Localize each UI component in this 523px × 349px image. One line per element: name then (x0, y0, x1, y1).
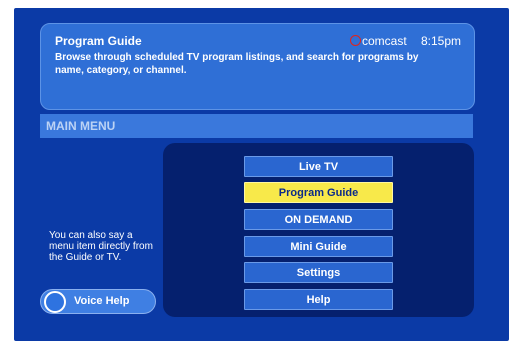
menu-item-program-guide[interactable]: Program Guide (244, 182, 393, 203)
comcast-logo-icon (350, 35, 361, 46)
voice-help-label: Voice Help (74, 295, 130, 307)
microphone-circle-icon (44, 291, 66, 313)
menu-item-settings[interactable]: Settings (244, 262, 393, 283)
voice-hint-text: You can also say a menu item directly fr… (49, 230, 153, 263)
clock: 8:15pm (421, 34, 462, 48)
brand-logo: comcast (350, 34, 407, 48)
main-menu-header: MAIN MENU (40, 114, 473, 138)
info-panel: Program Guide comcast 8:15pm Browse thro… (40, 23, 475, 110)
menu-item-live-tv[interactable]: Live TV (244, 156, 393, 177)
voice-help-button[interactable]: Voice Help (40, 289, 156, 314)
main-menu-label: MAIN MENU (46, 119, 116, 133)
menu-item-on-demand[interactable]: ON DEMAND (244, 209, 393, 230)
page-title: Program Guide (55, 34, 142, 48)
brand-name: comcast (362, 34, 407, 48)
menu-item-mini-guide[interactable]: Mini Guide (244, 236, 393, 257)
menu-item-help[interactable]: Help (244, 289, 393, 310)
page-description: Browse through scheduled TV program list… (55, 52, 419, 76)
